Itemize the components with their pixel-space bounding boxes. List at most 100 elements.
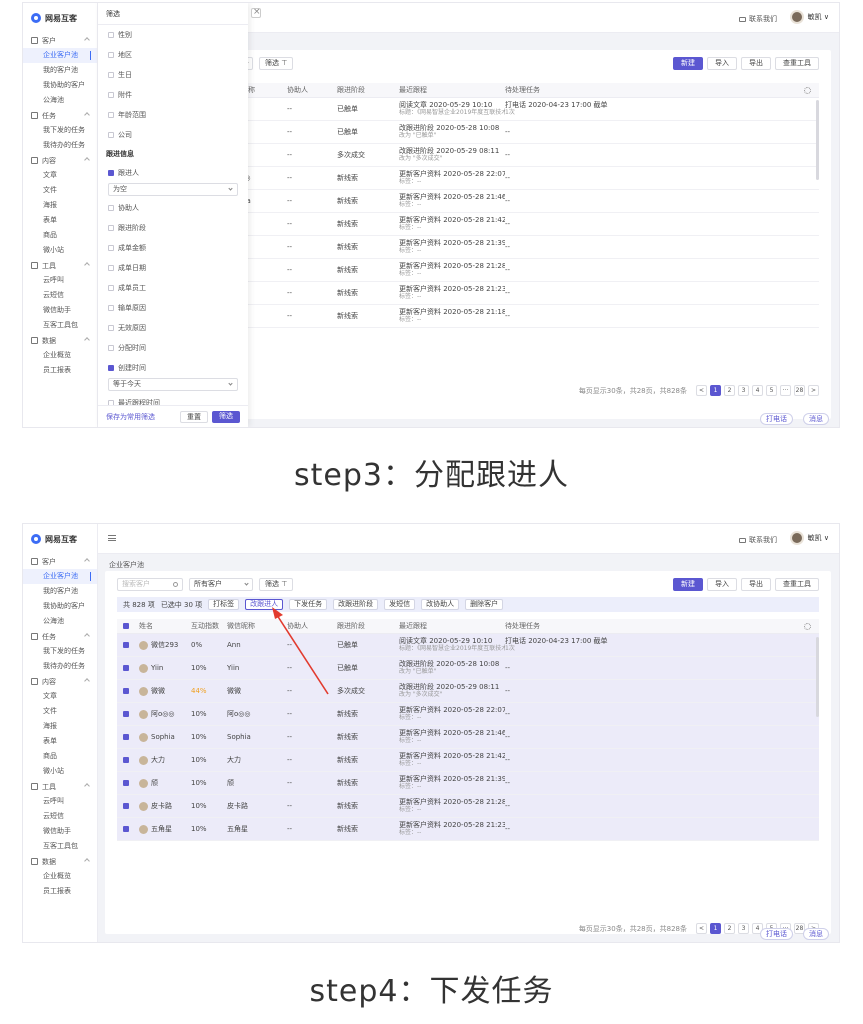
sidebar-item[interactable]: 员工报表 [23,884,97,899]
message-link[interactable]: 消息 [803,928,829,940]
sidebar-item[interactable]: 商品 [23,228,97,243]
sidebar-item[interactable]: 公海池 [23,614,97,629]
page-button[interactable]: 4 [752,385,763,396]
row-select-cell[interactable] [117,641,139,649]
sidebar-group[interactable]: 数据 [23,854,97,869]
row-checkbox[interactable] [123,757,129,763]
action-button[interactable]: 新建 [673,57,703,70]
close-icon[interactable] [251,7,261,18]
page-button[interactable]: 3 [738,923,749,934]
column-header[interactable]: 微信昵称 [227,621,287,631]
sidebar-item[interactable]: 云短信 [23,288,97,303]
row-checkbox[interactable] [123,826,129,832]
sidebar-item[interactable]: 企业客户池 [23,569,97,584]
column-header[interactable]: 待处理任务 [505,86,625,94]
column-header[interactable]: 跟进阶段 [337,621,399,631]
filter-option[interactable]: 年龄范围 [98,105,248,125]
action-button[interactable]: 查重工具 [775,57,819,70]
column-header[interactable]: 协助人 [287,85,337,95]
sidebar-item[interactable]: 微小站 [23,764,97,779]
customer-select[interactable]: 所有客户 [189,578,253,591]
row-checkbox[interactable] [123,734,129,740]
filter-checkbox[interactable] [108,170,114,176]
sidebar-item[interactable]: 我待办的任务 [23,659,97,674]
prev-page-button[interactable]: < [696,923,707,934]
contact-link[interactable]: 联系我们 [739,535,777,545]
sidebar-item[interactable]: 公海池 [23,93,97,108]
filter-checkbox[interactable] [108,205,114,211]
table-row[interactable]: 阿o◎◎ 10% 阿o◎◎ -- 新线索 更新客户资料 2020-05-28 22:07 标… [117,703,819,726]
filter-checkbox[interactable] [108,72,114,78]
filter-option[interactable]: 跟进阶段 [98,218,248,238]
sidebar-item[interactable]: 文章 [23,689,97,704]
filter-option[interactable]: 创建时间 [98,358,248,378]
sidebar-item[interactable]: 海报 [23,719,97,734]
row-checkbox[interactable] [123,642,129,648]
filter-option[interactable]: 输单原因 [98,298,248,318]
table-row[interactable]: 微微 44% 微微 -- 多次成交 改跟进阶段 2020-05-29 08:11 改为 "多… [117,680,819,703]
filter-option[interactable]: 协助人 [98,198,248,218]
customer-name-cell[interactable]: 颀 [139,778,191,788]
filter-checkbox[interactable] [108,305,114,311]
page-button[interactable]: 1 [710,923,721,934]
row-checkbox[interactable] [123,665,129,671]
sidebar-item[interactable]: 企业概览 [23,348,97,363]
page-button[interactable]: 2 [724,385,735,396]
filter-option[interactable]: 成单金额 [98,238,248,258]
apply-filter-button[interactable]: 筛选 [212,410,240,423]
call-link[interactable]: 打电话 [760,928,793,940]
sidebar-item[interactable]: 互客工具包 [23,318,97,333]
table-row[interactable]: 微信293 0% Ann -- 已触单 阅读文章 2020-05-29 10:10 标题：《… [117,634,819,657]
sidebar-group[interactable]: 客户 [23,33,97,48]
sidebar-item[interactable]: 我协助的客户 [23,78,97,93]
page-button[interactable]: ··· [780,385,791,396]
select-all-cell[interactable] [117,622,139,630]
batch-button[interactable]: 下发任务 [289,599,328,610]
filter-checkbox[interactable] [108,32,114,38]
page-button[interactable]: 2 [724,923,735,934]
row-select-cell[interactable] [117,779,139,787]
user-menu[interactable]: 敏凯 ∨ [789,531,829,545]
row-select-cell[interactable] [117,710,139,718]
filter-option[interactable]: 地区 [98,45,248,65]
sidebar-group[interactable]: 内容 [23,153,97,168]
row-select-cell[interactable] [117,687,139,695]
filter-option[interactable]: 性别 [98,25,248,45]
filter-checkbox[interactable] [108,365,114,371]
sidebar-item[interactable]: 我待办的任务 [23,138,97,153]
customer-name-cell[interactable]: Sophia [139,732,191,742]
column-header[interactable]: 最近跟程 [399,622,505,630]
sidebar-item[interactable]: 企业客户池 [23,48,97,63]
row-select-cell[interactable] [117,825,139,833]
filter-checkbox[interactable] [108,52,114,58]
column-header[interactable]: 跟进阶段 [337,85,399,95]
action-button[interactable]: 新建 [673,578,703,591]
batch-button[interactable]: 打标签 [208,599,240,610]
customer-name-cell[interactable]: Yiin [139,663,191,673]
filter-option[interactable]: 公司 [98,125,248,145]
row-select-cell[interactable] [117,756,139,764]
batch-button[interactable]: 发短信 [384,599,416,610]
sidebar-item[interactable]: 员工报表 [23,363,97,378]
scrollbar[interactable] [816,100,819,180]
filter-checkbox[interactable] [108,265,114,271]
page-button[interactable]: 3 [738,385,749,396]
sidebar-item[interactable]: 海报 [23,198,97,213]
row-select-cell[interactable] [117,733,139,741]
customer-name-cell[interactable]: 大力 [139,755,191,765]
table-row[interactable]: 五角星 10% 五角星 -- 新线索 更新客户资料 2020-05-28 21:23 标签：… [117,818,819,841]
sidebar-item[interactable]: 我的客户池 [23,584,97,599]
page-button[interactable]: 1 [710,385,721,396]
sidebar-group[interactable]: 工具 [23,258,97,273]
sidebar-group[interactable]: 数据 [23,333,97,348]
follower-condition-select[interactable]: 为空 [108,183,238,196]
row-checkbox[interactable] [123,780,129,786]
sidebar-item[interactable]: 我下发的任务 [23,644,97,659]
prev-page-button[interactable]: < [696,385,707,396]
next-page-button[interactable]: > [808,385,819,396]
sidebar-item[interactable]: 表单 [23,213,97,228]
sidebar-item[interactable]: 文件 [23,704,97,719]
filter-checkbox[interactable] [108,345,114,351]
contact-link[interactable]: 联系我们 [739,14,777,24]
filter-option[interactable]: 成单员工 [98,278,248,298]
